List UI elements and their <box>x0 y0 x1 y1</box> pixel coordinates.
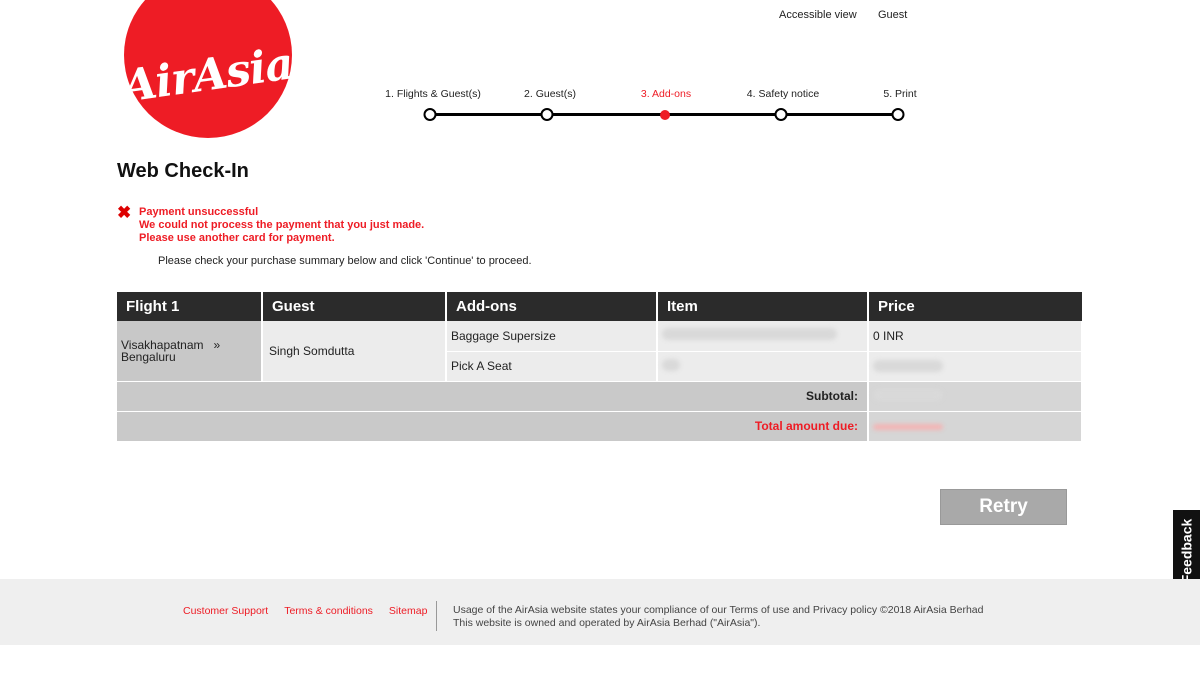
step-3-label: 3. Add-ons <box>640 88 692 100</box>
guest-name: Singh Somdutta <box>262 321 447 382</box>
customer-support-link[interactable]: Customer Support <box>183 605 268 617</box>
legal-text-line-1: Usage of the AirAsia website states your… <box>453 604 984 616</box>
header-price: Price <box>868 292 1082 321</box>
header-item: Item <box>657 292 869 321</box>
total-row: Total amount due: <box>117 411 1083 442</box>
subtotal-value-redacted <box>868 381 1083 412</box>
step-5-label: 5. Print <box>883 88 917 100</box>
destination-city: Bengaluru <box>121 349 176 364</box>
header-flight: Flight 1 <box>117 292 263 321</box>
airasia-logo[interactable]: AirAsia <box>120 0 296 138</box>
subtotal-row: Subtotal: <box>117 381 1083 412</box>
item-redacted <box>657 351 869 382</box>
payment-error-message: ✖ Payment unsuccessful We could not proc… <box>117 203 425 245</box>
error-detail: We could not process the payment that yo… <box>139 219 425 231</box>
instruction-text: Please check your purchase summary below… <box>158 255 532 267</box>
header-guest: Guest <box>262 292 447 321</box>
purchase-summary-table: Flight 1 Guest Add-ons Item Price Visakh… <box>117 292 1083 442</box>
addon-name: Baggage Supersize <box>446 321 658 352</box>
retry-button[interactable]: Retry <box>940 489 1067 525</box>
step-4-marker <box>774 108 788 121</box>
step-1-label: 1. Flights & Guest(s) <box>385 88 481 100</box>
step-5-marker <box>891 108 905 121</box>
error-instruction: Please use another card for payment. <box>139 232 335 244</box>
footer: Customer Support Terms & conditions Site… <box>0 579 1200 645</box>
flight-route: Visakhapatnam » Bengaluru <box>117 321 263 382</box>
accessible-view-link[interactable]: Accessible view <box>779 9 857 21</box>
step-2-label: 2. Guest(s) <box>524 88 576 100</box>
step-3-marker-active <box>660 110 670 120</box>
route-arrow: » <box>213 337 221 352</box>
guest-link[interactable]: Guest <box>878 9 907 21</box>
addon-price: 0 INR <box>868 321 1083 352</box>
table-row: Visakhapatnam » Bengaluru Singh Somdutta… <box>117 321 1083 382</box>
sitemap-link[interactable]: Sitemap <box>389 605 428 617</box>
total-label: Total amount due: <box>117 411 869 442</box>
addon-name: Pick A Seat <box>446 351 658 382</box>
footer-divider <box>436 601 437 631</box>
subtotal-label: Subtotal: <box>117 381 869 412</box>
step-1-marker <box>423 108 437 121</box>
item-redacted <box>657 321 869 352</box>
header-addons: Add-ons <box>446 292 658 321</box>
checkin-progress-steps: 1. Flights & Guest(s) 2. Guest(s) 3. Add… <box>380 88 940 128</box>
price-redacted <box>868 351 1083 382</box>
feedback-label: Feedback <box>1178 518 1195 584</box>
close-icon: ✖ <box>117 203 132 222</box>
total-value-redacted <box>868 411 1083 442</box>
error-title: Payment unsuccessful <box>139 206 259 218</box>
terms-conditions-link[interactable]: Terms & conditions <box>284 605 373 617</box>
legal-text-line-2: This website is owned and operated by Ai… <box>453 617 761 629</box>
step-2-marker <box>540 108 554 121</box>
step-4-label: 4. Safety notice <box>746 88 820 100</box>
page-title: Web Check-In <box>117 160 249 182</box>
logo-text: AirAsia <box>119 37 297 113</box>
